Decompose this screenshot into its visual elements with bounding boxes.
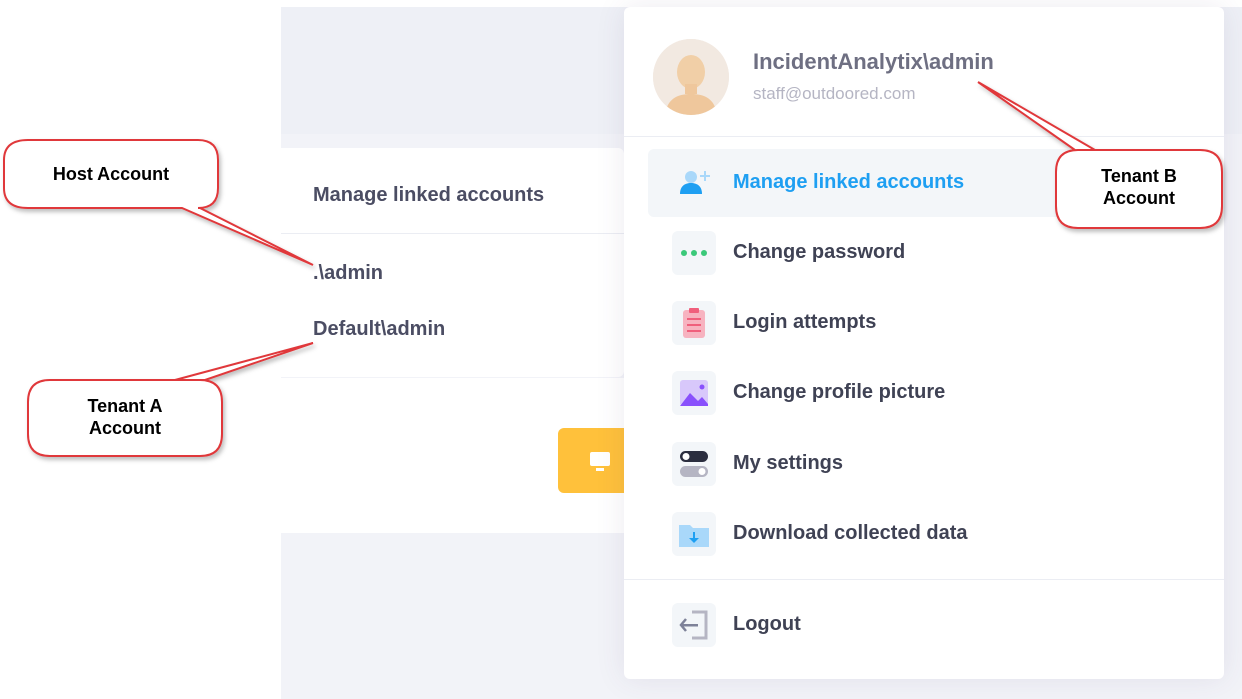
- toggle-icon: [672, 442, 716, 486]
- menu-label: Logout: [733, 613, 801, 635]
- menu-label: Manage linked accounts: [733, 171, 965, 193]
- monitor-icon: [590, 452, 610, 471]
- linked-accounts-card: Manage linked accounts .\admin Default\a…: [281, 148, 624, 377]
- linked-accounts-title: Manage linked accounts: [313, 184, 545, 206]
- callout-tenant-a-label: Tenant A Account: [28, 395, 222, 439]
- menu-label: Download collected data: [733, 522, 968, 544]
- callout-tenant-b-label: Tenant B Account: [1056, 165, 1222, 209]
- menu-label: Change profile picture: [733, 381, 946, 403]
- callout-host-bubble: [3, 139, 314, 266]
- menu-label: My settings: [733, 452, 844, 474]
- divider: [624, 136, 1224, 137]
- menu-item-my-settings[interactable]: My settings: [648, 430, 1208, 498]
- add-user-icon: [672, 161, 716, 205]
- menu-item-change-password[interactable]: Change password: [648, 219, 1208, 287]
- user-dropdown-menu: IncidentAnalytix\admin staff@outdoored.c…: [624, 7, 1224, 679]
- dots-icon: [672, 231, 716, 275]
- menu-item-download-collected-data[interactable]: Download collected data: [648, 500, 1208, 568]
- avatar: [653, 39, 729, 115]
- user-email: staff@outdoored.com: [753, 84, 916, 103]
- screenshot-stage: Manage linked accounts .\admin Default\a…: [0, 0, 1242, 699]
- screen-share-button[interactable]: [558, 428, 624, 493]
- callout-line: Account: [1103, 188, 1175, 208]
- menu-item-login-attempts[interactable]: Login attempts: [648, 289, 1208, 357]
- linked-account-default[interactable]: Default\admin: [313, 318, 445, 341]
- callout-line: Tenant B: [1101, 166, 1177, 186]
- picture-icon: [672, 371, 716, 415]
- divider: [281, 233, 624, 234]
- divider: [624, 579, 1224, 580]
- callout-line: Tenant A: [87, 396, 163, 416]
- menu-label: Login attempts: [733, 311, 877, 333]
- menu-item-logout[interactable]: Logout: [648, 591, 1208, 659]
- linked-account-host[interactable]: .\admin: [313, 262, 383, 285]
- user-display-name: IncidentAnalytix\admin: [753, 49, 994, 74]
- menu-label: Change password: [733, 241, 906, 263]
- clipboard-icon: [672, 301, 716, 345]
- menu-item-change-profile-picture[interactable]: Change profile picture: [648, 359, 1208, 427]
- logout-icon: [672, 603, 716, 647]
- callout-line: Account: [89, 418, 161, 438]
- callout-host-label: Host Account: [52, 164, 170, 184]
- download-folder-icon: [672, 512, 716, 556]
